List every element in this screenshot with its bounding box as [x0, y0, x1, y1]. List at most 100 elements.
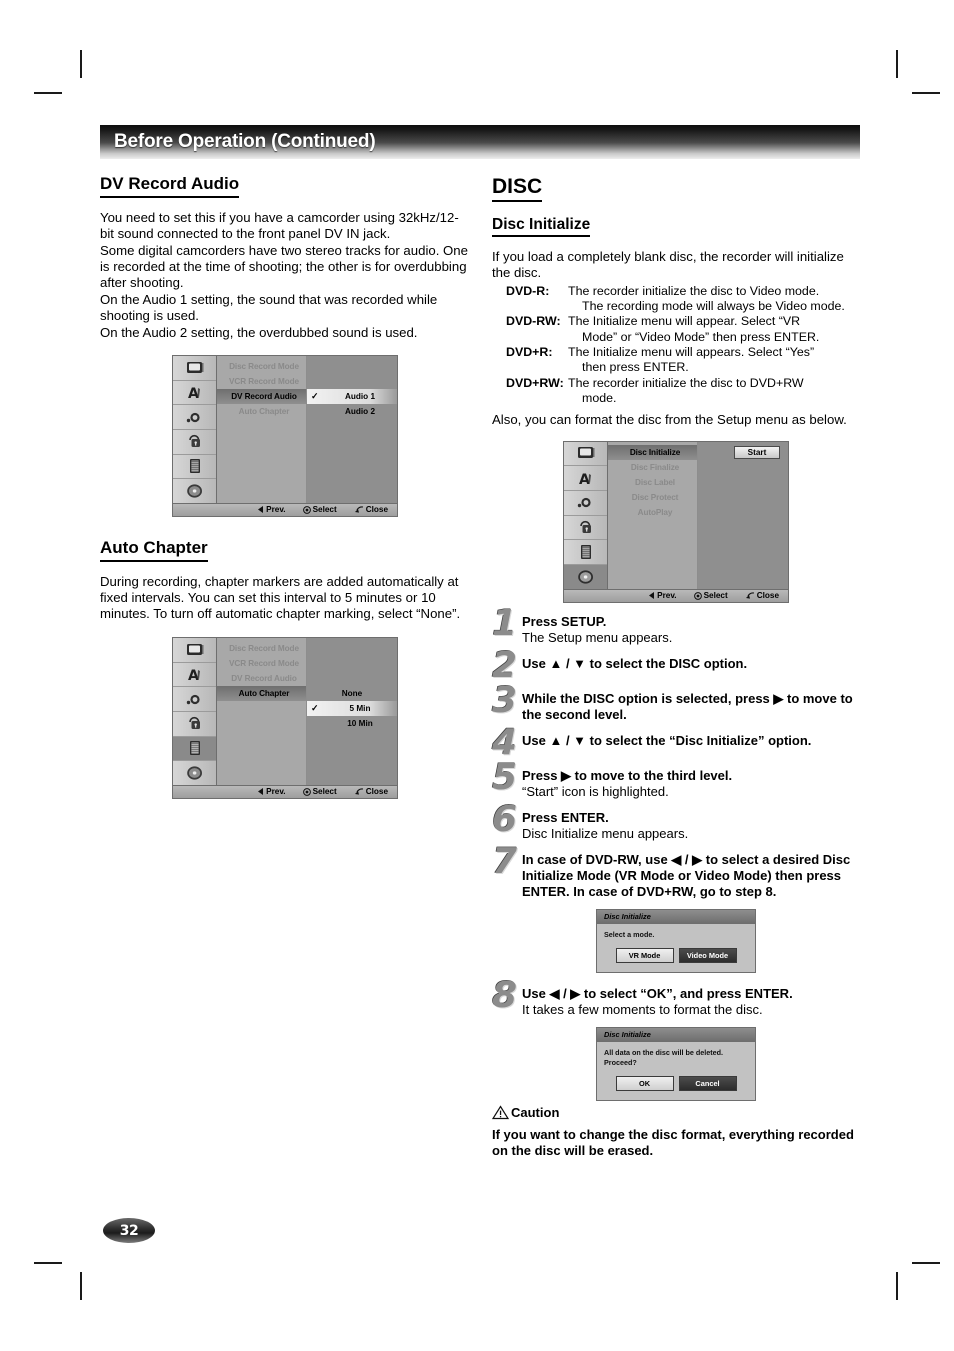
- osd-item-list[interactable]: Disc Record Mode VCR Record Mode DV Reco…: [217, 637, 307, 785]
- osd-footer-close[interactable]: Close: [354, 505, 388, 514]
- disc-initialize-outro: Also, you can format the disc from the S…: [492, 412, 847, 428]
- dialog-select-mode[interactable]: Disc Initialize Select a mode. VR Mode V…: [596, 908, 756, 973]
- step-3: 3 While the DISC option is selected, pre…: [492, 682, 860, 723]
- osd-icon-column[interactable]: A: [564, 441, 608, 589]
- definition-description: The recorder initialize the disc to DVD+…: [568, 375, 804, 390]
- crop-mark-bottom-right-h: [912, 1262, 940, 1264]
- definition-description-cont: Mode” or “Video Mode” then press ENTER.: [582, 329, 820, 344]
- osd-icon-display[interactable]: [173, 638, 216, 663]
- page-number-badge: 32: [103, 1218, 155, 1243]
- osd-option-column[interactable]: None ✓ 5 Min 10 Min: [307, 637, 397, 785]
- vr-mode-button[interactable]: VR Mode: [615, 948, 674, 963]
- step-4: 4 Use ▲ / ▼ to select the “Disc Initiali…: [492, 724, 860, 760]
- start-button[interactable]: Start: [733, 445, 781, 459]
- osd-option-selected[interactable]: ✓ 5 Min: [307, 700, 397, 716]
- osd-option-selected[interactable]: ✓ Audio 1: [307, 388, 397, 404]
- osd-list-item-selected[interactable]: Disc Initialize: [608, 444, 697, 460]
- osd-footer-bar: Prev. Select Close: [564, 588, 788, 602]
- osd-icon-audio[interactable]: [564, 491, 607, 516]
- osd-icon-disc[interactable]: [173, 761, 216, 785]
- definition-row: DVD+R: The Initialize menu will appears.…: [492, 345, 860, 360]
- osd-menu-disc-initialize[interactable]: A Disc Initialize Disc Finalize Disc Lab…: [563, 440, 789, 603]
- osd-list-item[interactable]: DV Record Audio: [217, 671, 306, 686]
- dialog-title: Disc Initialize: [597, 909, 755, 924]
- dialog-title: Disc Initialize: [597, 1028, 755, 1042]
- osd-icon-audio[interactable]: [173, 405, 216, 430]
- osd-icon-lock[interactable]: [173, 430, 216, 455]
- osd-list-item[interactable]: Disc Record Mode: [217, 359, 306, 374]
- osd-item-list[interactable]: Disc Initialize Disc Finalize Disc Label…: [608, 441, 698, 589]
- osd-footer-prev-label: Prev.: [657, 591, 677, 600]
- step-2: 2 Use ▲ / ▼ to select the DISC option.: [492, 647, 860, 683]
- definition-description-cont: The recording mode will always be Video …: [582, 299, 845, 314]
- osd-icon-language[interactable]: A: [173, 381, 216, 406]
- osd-footer-select[interactable]: Select: [693, 591, 728, 600]
- osd-icon-display[interactable]: [564, 442, 607, 467]
- osd-icon-lock[interactable]: [564, 516, 607, 541]
- osd-footer-prev[interactable]: Prev.: [258, 505, 286, 514]
- step-number: 5: [492, 756, 518, 798]
- osd-option-column[interactable]: ✓ Audio 1 Audio 2: [307, 355, 397, 503]
- step-sub-text: Disc Initialize menu appears.: [522, 825, 689, 841]
- step-main-text: Press ▶ to move to the third level.: [522, 767, 733, 783]
- ok-button[interactable]: OK: [615, 1076, 674, 1091]
- osd-list-item[interactable]: VCR Record Mode: [217, 374, 306, 389]
- step-main-text: Press ENTER.: [522, 809, 609, 825]
- step-6: 6 Press ENTER. Disc Initialize menu appe…: [492, 801, 860, 842]
- osd-footer-select[interactable]: Select: [302, 505, 337, 514]
- osd-option[interactable]: None: [307, 686, 397, 701]
- cancel-button[interactable]: Cancel: [678, 1076, 737, 1091]
- osd-footer-prev[interactable]: Prev.: [258, 787, 286, 796]
- step-main-text: Press SETUP.: [522, 613, 607, 629]
- osd-option-label: 10 Min: [347, 718, 373, 728]
- video-mode-button[interactable]: Video Mode: [678, 948, 737, 963]
- osd-list-item[interactable]: Auto Chapter: [217, 404, 306, 419]
- osd-list-item[interactable]: Disc Protect: [608, 490, 697, 505]
- dialog-confirm-delete[interactable]: Disc Initialize All data on the disc wil…: [596, 1027, 756, 1101]
- osd-icon-recording[interactable]: [173, 455, 216, 480]
- crop-mark-bottom-right-v: [896, 1272, 898, 1300]
- osd-icon-audio[interactable]: [173, 687, 216, 712]
- osd-list-item[interactable]: Disc Finalize: [608, 460, 697, 475]
- osd-list-item[interactable]: Disc Label: [608, 475, 697, 490]
- osd-icon-language[interactable]: A: [564, 466, 607, 491]
- step-1: 1 Press SETUP. The Setup menu appears.: [492, 605, 860, 646]
- step-7: 7 In case of DVD-RW, use ◀ / ▶ to select…: [492, 843, 860, 900]
- osd-option[interactable]: Audio 2: [307, 404, 397, 419]
- osd-footer-close[interactable]: Close: [745, 591, 779, 600]
- step-sub-text: It takes a few moments to format the dis…: [522, 1002, 763, 1017]
- auto-chapter-text: During recording, chapter markers are ad…: [100, 574, 470, 623]
- osd-icon-recording[interactable]: [564, 540, 607, 565]
- osd-option[interactable]: 10 Min: [307, 716, 397, 731]
- osd-icon-language[interactable]: A: [173, 663, 216, 688]
- osd-icon-lock[interactable]: [173, 712, 216, 737]
- osd-menu-dv-record-audio[interactable]: A Disc Record Mode VCR Record Mode DV Re…: [172, 354, 398, 517]
- osd-item-list[interactable]: Disc Record Mode VCR Record Mode DV Reco…: [217, 355, 307, 503]
- osd-list-item-selected[interactable]: Auto Chapter: [217, 685, 306, 701]
- osd-icon-display[interactable]: [173, 356, 216, 381]
- osd-list-item-selected[interactable]: DV Record Audio: [217, 388, 306, 404]
- osd-list-item[interactable]: VCR Record Mode: [217, 656, 306, 671]
- osd-footer-prev[interactable]: Prev.: [649, 591, 677, 600]
- dialog-message-line1: All data on the disc will be deleted.: [604, 1048, 724, 1057]
- svg-text:A: A: [188, 386, 199, 400]
- osd-footer-select-label: Select: [312, 787, 337, 797]
- osd-list-item[interactable]: Disc Record Mode: [217, 641, 306, 656]
- osd-list-item[interactable]: AutoPlay: [608, 505, 697, 520]
- dialog-message: Select a mode.: [604, 929, 655, 939]
- procedure-steps: 1 Press SETUP. The Setup menu appears. 2…: [492, 605, 860, 1101]
- osd-menu-auto-chapter[interactable]: A Disc Record Mode VCR Record Mode DV Re…: [172, 636, 398, 799]
- return-arrow-icon: [745, 591, 754, 599]
- osd-footer-select[interactable]: Select: [302, 787, 337, 797]
- osd-icon-disc[interactable]: [173, 479, 216, 503]
- osd-icon-column[interactable]: A: [173, 355, 217, 503]
- definition-row: DVD-R: The recorder initialize the disc …: [492, 284, 860, 299]
- osd-footer-close[interactable]: Close: [354, 787, 388, 796]
- osd-option-column[interactable]: Start: [698, 441, 788, 589]
- osd-icon-recording-selected[interactable]: [173, 736, 216, 762]
- osd-icon-column[interactable]: A: [173, 637, 217, 785]
- step-number: 7: [492, 840, 518, 882]
- crop-mark-top-right-h: [912, 92, 940, 94]
- osd-icon-disc-selected[interactable]: [564, 564, 607, 589]
- step-sub-text: “Start” icon is highlighted.: [522, 783, 669, 799]
